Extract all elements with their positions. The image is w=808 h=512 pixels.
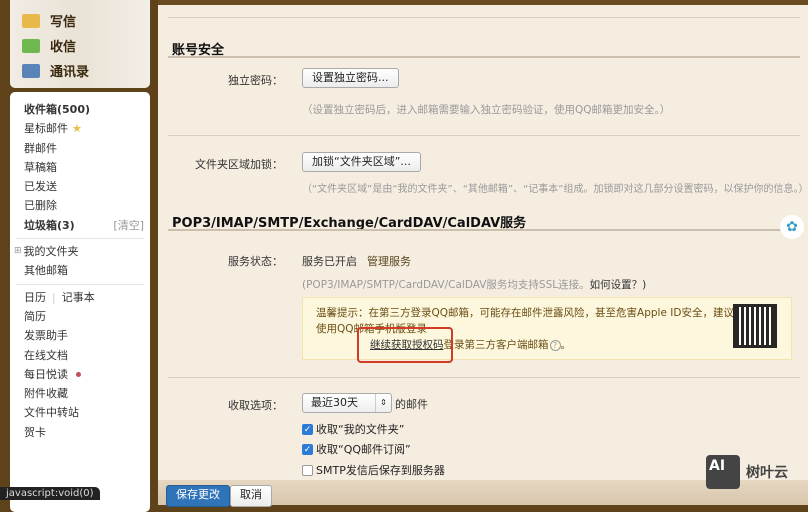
- status-bar-url: javascript:void(0): [0, 487, 100, 500]
- sidebar-item-starred[interactable]: 星标邮件 ★: [10, 119, 150, 138]
- sidebar-item-attachments[interactable]: 附件收藏: [10, 384, 150, 403]
- manage-service-link[interactable]: 管理服务: [367, 253, 411, 269]
- sidebar-item-daily-read[interactable]: 每日悦读: [10, 365, 150, 384]
- checkbox-checked-icon[interactable]: ✓: [302, 443, 313, 455]
- fetch-suffix: 的邮件: [395, 398, 428, 411]
- sidebar-folders: 收件箱(500) 星标邮件 ★ 群邮件 草稿箱 已发送 已删除 垃圾箱(3) [清空…: [10, 92, 150, 512]
- divider: [168, 229, 800, 231]
- checkbox-smtp-save[interactable]: SMTP发信后保存到服务器: [302, 462, 445, 478]
- sidebar-item-file-transfer[interactable]: 文件中转站: [10, 403, 150, 422]
- sidebar-item-other[interactable]: 其他邮箱: [10, 261, 150, 280]
- sidebar-item-docs[interactable]: 在线文档: [10, 346, 150, 365]
- watermark-logo: AI: [706, 455, 740, 489]
- divider: [168, 17, 800, 18]
- assistant-icon[interactable]: ✿: [780, 215, 804, 239]
- sidebar-item-my-folders[interactable]: ⊞ 我的文件夹: [10, 242, 150, 261]
- compose-link[interactable]: 写信: [22, 8, 150, 33]
- sidebar-item-calendar-notes: 日历 | 记事本: [10, 288, 150, 307]
- star-icon: ★: [72, 122, 82, 136]
- select-arrows-icon: ⇕: [375, 394, 391, 412]
- clear-trash-link[interactable]: [清空]: [113, 216, 144, 235]
- unread-dot-icon: [76, 372, 81, 377]
- settings-panel: 账号安全 独立密码： 设置独立密码... （设置独立密码后，进入邮箱需要输入独立…: [158, 0, 808, 507]
- field-label: 文件夹区域加锁：: [195, 158, 283, 171]
- sidebar-item-sent[interactable]: 已发送: [10, 177, 150, 196]
- divider: [16, 283, 144, 285]
- save-button[interactable]: 保存更改: [166, 485, 230, 507]
- divider: [16, 238, 144, 240]
- checkbox-unchecked-icon[interactable]: [302, 464, 313, 476]
- highlight-annotation: [357, 327, 453, 363]
- inbox-download-icon: [22, 38, 40, 53]
- sidebar-item-deleted[interactable]: 已删除: [10, 196, 150, 215]
- cancel-button[interactable]: 取消: [230, 485, 272, 507]
- receive-link[interactable]: 收信: [22, 33, 150, 58]
- checkbox-subscriptions[interactable]: ✓ 收取“QQ邮件订阅”: [302, 441, 411, 457]
- contacts-icon: [22, 63, 40, 78]
- lock-hint: （“文件夹区域”是由“我的文件夹”、“其他邮箱”、“记事本”组成。加锁即对这几部…: [302, 184, 808, 195]
- field-label: 服务状态：: [228, 255, 283, 268]
- contacts-link[interactable]: 通讯录: [22, 58, 150, 83]
- field-label: 收取选项：: [228, 399, 283, 412]
- sidebar-item-invoice[interactable]: 发票助手: [10, 326, 150, 345]
- sidebar-item-group[interactable]: 群邮件: [10, 139, 150, 158]
- field-label: 独立密码：: [228, 74, 283, 87]
- calendar-link[interactable]: 日历: [24, 288, 46, 307]
- lock-folders-button[interactable]: 加锁“文件夹区域”...: [302, 152, 421, 172]
- set-password-button[interactable]: 设置独立密码...: [302, 68, 399, 88]
- ssl-hint: (POP3/IMAP/SMTP/CardDAV/CalDAV服务均支持SSL连接…: [302, 279, 647, 291]
- compose-icon: [22, 13, 40, 28]
- sidebar-item-trash[interactable]: 垃圾箱(3) [清空]: [10, 216, 150, 235]
- checkbox-checked-icon[interactable]: ✓: [302, 423, 313, 435]
- sidebar-item-cards[interactable]: 贺卡: [10, 423, 150, 442]
- checkbox-my-folders[interactable]: ✓ 收取“我的文件夹”: [302, 421, 404, 437]
- qr-code: [733, 304, 777, 348]
- fetch-period-select[interactable]: 最近30天 ⇕: [302, 393, 392, 413]
- divider: [168, 377, 800, 378]
- password-hint: （设置独立密码后，进入邮箱需要输入独立密码验证，使用QQ邮箱更加安全。）: [302, 104, 671, 116]
- service-status: 服务已开启: [302, 255, 357, 268]
- divider: [168, 135, 800, 136]
- expand-icon[interactable]: ⊞: [14, 242, 22, 261]
- notes-link[interactable]: 记事本: [62, 288, 95, 307]
- sidebar-item-drafts[interactable]: 草稿箱: [10, 158, 150, 177]
- help-icon[interactable]: ?: [549, 340, 561, 351]
- divider: [168, 56, 800, 58]
- sidebar-actions: 写信 收信 通讯录: [10, 0, 150, 88]
- sidebar-item-resume[interactable]: 简历: [10, 307, 150, 326]
- how-to-link[interactable]: 如何设置？): [590, 279, 647, 291]
- sidebar-item-inbox[interactable]: 收件箱(500): [10, 100, 150, 119]
- watermark: AI 树叶云: [706, 455, 788, 489]
